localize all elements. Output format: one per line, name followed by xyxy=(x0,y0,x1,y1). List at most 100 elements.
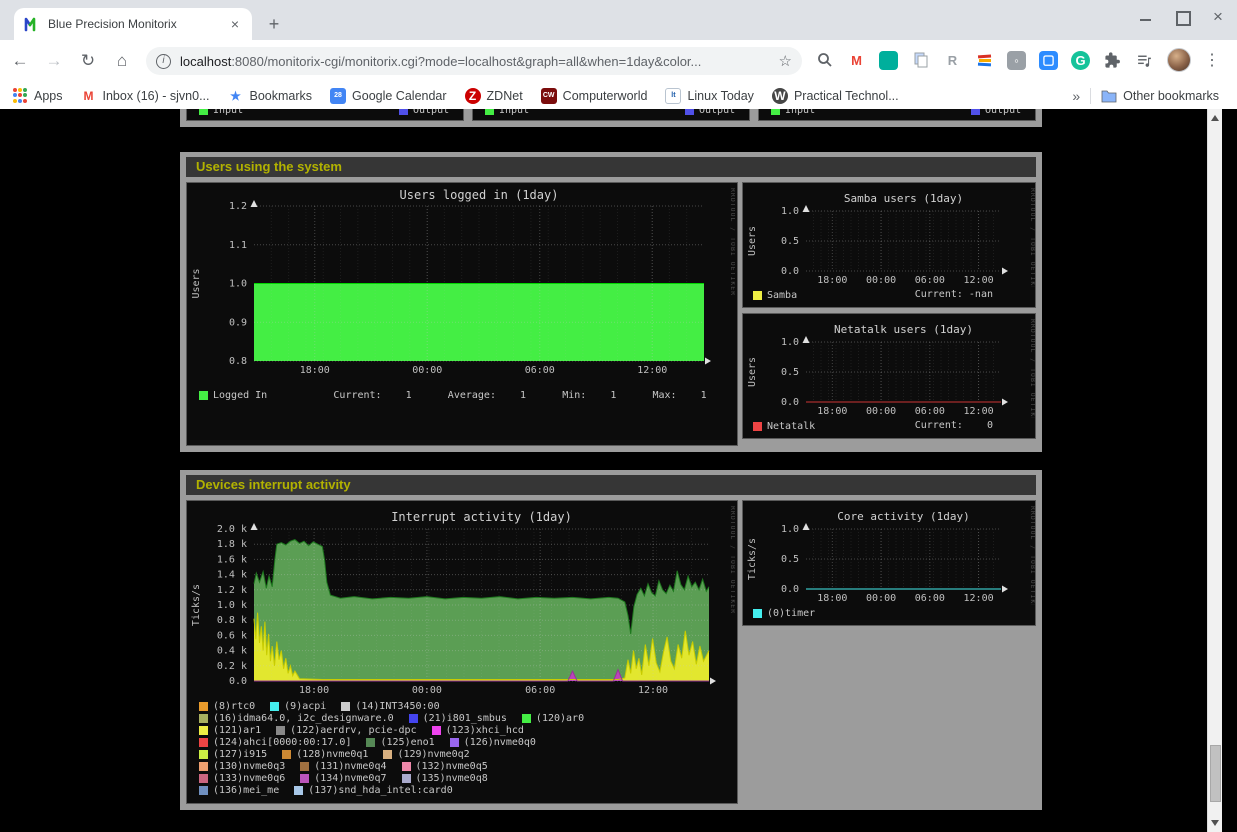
legend-swatch xyxy=(341,702,350,711)
keep-extension-icon[interactable]: ◦ xyxy=(1007,51,1026,70)
legend-item: (121)ar1 xyxy=(199,725,261,736)
close-icon[interactable]: × xyxy=(1211,10,1225,24)
copy-pages-extension-icon[interactable] xyxy=(911,51,930,70)
search-extension-icon[interactable] xyxy=(815,51,834,70)
bookmark-item[interactable]: ltLinux Today xyxy=(665,88,754,104)
interrupts-section: Devices interrupt activity 2.0 k1.8 k1.6… xyxy=(180,470,1042,810)
svg-text:06:00: 06:00 xyxy=(915,406,945,417)
voice-extension-icon[interactable] xyxy=(879,51,898,70)
legend-current-value: Current: -nan xyxy=(915,289,993,300)
tab-close-icon[interactable]: × xyxy=(228,16,242,32)
svg-text:RRDTOOL / TOBI OETIKER: RRDTOOL / TOBI OETIKER xyxy=(1029,319,1035,418)
books-extension-icon[interactable] xyxy=(975,51,994,70)
gmail-extension-icon[interactable]: M xyxy=(847,51,866,70)
svg-text:12:00: 12:00 xyxy=(637,365,667,376)
home-icon[interactable]: ⌂ xyxy=(108,51,136,71)
svg-text:1.4 k: 1.4 k xyxy=(217,570,247,581)
interrupt-legend-row: (121)ar1(122)aerdrv, pcie-dpc(123)xhci_h… xyxy=(199,724,731,736)
vertical-scrollbar[interactable] xyxy=(1207,109,1222,832)
bookmark-item[interactable]: 28Google Calendar xyxy=(330,88,447,104)
svg-text:06:00: 06:00 xyxy=(915,275,945,286)
tab-title: Blue Precision Monitorix xyxy=(48,17,228,31)
graph-legend-row: (0)timer xyxy=(753,607,1029,619)
bookmark-label: Bookmarks xyxy=(250,89,313,103)
back-icon[interactable]: ← xyxy=(6,51,34,71)
browser-tab[interactable]: Blue Precision Monitorix × xyxy=(14,8,252,40)
svg-text:Samba users (1day): Samba users (1day) xyxy=(844,192,963,205)
legend-swatch xyxy=(199,109,208,115)
svg-text:00:00: 00:00 xyxy=(412,685,442,696)
interrupt-legend-row: (127)i915(128)nvme0q1(129)nvme0q2 xyxy=(199,748,731,760)
legend-swatch xyxy=(383,750,392,759)
scroll-down-icon[interactable] xyxy=(1211,820,1219,826)
legend-swatch xyxy=(199,774,208,783)
users-section: Users using the system 1.21.11.00.90.818… xyxy=(180,152,1042,452)
svg-text:0.8: 0.8 xyxy=(229,356,247,367)
interrupt-legend: (8)rtc0(9)acpi(14)INT3450:00(16)idma64.0… xyxy=(199,700,731,796)
scrollbar-thumb[interactable] xyxy=(1210,745,1221,802)
legend-swatch xyxy=(276,726,285,735)
zdnet-icon: Z xyxy=(465,88,481,104)
legend-item: (122)aerdrv, pcie-dpc xyxy=(276,725,416,736)
legend-swatch xyxy=(300,762,309,771)
cutoff-graph-panel[interactable]: InputOutput xyxy=(758,109,1036,121)
bookmarks-overflow-chevron[interactable]: » xyxy=(1072,88,1080,104)
graph-legend-item: Output xyxy=(685,109,735,116)
legend-item: (129)nvme0q2 xyxy=(383,749,469,760)
other-bookmarks-button[interactable]: Other bookmarks xyxy=(1101,89,1219,103)
interrupt-activity-graph[interactable]: 2.0 k1.8 k1.6 k1.4 k1.2 k1.0 k0.8 k0.6 k… xyxy=(186,500,738,804)
legend-item: (133)nvme0q6 xyxy=(199,773,285,784)
page-info-icon[interactable]: i xyxy=(156,54,171,69)
monitorix-favicon xyxy=(24,16,40,32)
svg-text:0.0: 0.0 xyxy=(781,397,799,408)
legend-item: (137)snd_hda_intel:card0 xyxy=(294,785,453,796)
forward-icon[interactable]: → xyxy=(40,51,68,71)
new-tab-button[interactable]: + xyxy=(262,14,286,36)
zoom-extension-icon[interactable]: ▢ xyxy=(1039,51,1058,70)
svg-text:Ticks/s: Ticks/s xyxy=(191,584,202,626)
profile-avatar[interactable] xyxy=(1167,48,1191,72)
reload-icon[interactable]: ↻ xyxy=(74,51,102,71)
svg-text:06:00: 06:00 xyxy=(915,593,945,604)
legend-item: (9)acpi xyxy=(270,701,326,712)
extensions-puzzle-icon[interactable] xyxy=(1103,51,1122,70)
bookmark-item[interactable]: ★Bookmarks xyxy=(228,88,313,104)
maximize-icon[interactable] xyxy=(1175,10,1189,24)
svg-text:RRDTOOL / TOBI OETIKER: RRDTOOL / TOBI OETIKER xyxy=(1029,506,1035,605)
bookmark-item[interactable]: MInbox (16) - sjvn0... xyxy=(81,88,210,104)
netatalk-chart: 1.00.50.018:0000:0006:0012:00Netatalk us… xyxy=(743,314,1035,418)
legend-swatch xyxy=(199,726,208,735)
bookmark-star-icon[interactable]: ☆ xyxy=(779,52,792,70)
scroll-up-icon[interactable] xyxy=(1211,115,1219,121)
samba-chart: 1.00.50.018:0000:0006:0012:00Samba users… xyxy=(743,183,1035,287)
legend-current-value: Current: 0 xyxy=(915,420,993,431)
svg-text:0.5: 0.5 xyxy=(781,554,799,565)
svg-text:0.8 k: 0.8 k xyxy=(217,615,247,626)
svg-text:18:00: 18:00 xyxy=(817,593,847,604)
bookmarks-bar: Apps MInbox (16) - sjvn0... ★Bookmarks 28Go… xyxy=(0,82,1237,109)
minimize-icon[interactable] xyxy=(1139,10,1153,24)
core-activity-graph[interactable]: 1.00.50.018:0000:0006:0012:00Core activi… xyxy=(742,500,1036,626)
bookmark-item[interactable]: Apps xyxy=(12,88,63,104)
calendar-icon: 28 xyxy=(330,88,346,104)
svg-text:Netatalk users (1day): Netatalk users (1day) xyxy=(834,323,973,336)
grammarly-extension-icon[interactable]: G xyxy=(1071,51,1090,70)
monitorix-page: InputOutput InputOutput InputOutput Users … xyxy=(0,109,1222,832)
netatalk-users-graph[interactable]: 1.00.50.018:0000:0006:0012:00Netatalk us… xyxy=(742,313,1036,439)
bookmark-item[interactable]: CWComputerworld xyxy=(541,88,648,104)
users-logged-in-graph[interactable]: 1.21.11.00.90.818:0000:0006:0012:00Users… xyxy=(186,182,738,446)
cutoff-graph-panel[interactable]: InputOutput xyxy=(186,109,464,121)
legend-swatch xyxy=(402,774,411,783)
svg-text:12:00: 12:00 xyxy=(964,593,994,604)
samba-users-graph[interactable]: 1.00.50.018:0000:0006:0012:00Samba users… xyxy=(742,182,1036,308)
cutoff-graph-panel[interactable]: InputOutput xyxy=(472,109,750,121)
bookmark-item[interactable]: WPractical Technol... xyxy=(772,88,899,104)
url-bar[interactable]: i localhost:8080/monitorix-cgi/monitorix… xyxy=(146,47,802,75)
bookmark-item[interactable]: ZZDNet xyxy=(465,88,523,104)
r-extension-icon[interactable]: R xyxy=(943,51,962,70)
browser-menu-icon[interactable]: ⋮ xyxy=(1204,50,1220,70)
graph-legend: (0)timer xyxy=(753,607,1029,619)
cutoff-graph-section: InputOutput InputOutput InputOutput xyxy=(180,109,1042,127)
svg-text:Users logged in (1day): Users logged in (1day) xyxy=(400,188,559,202)
media-queue-icon[interactable] xyxy=(1135,51,1154,70)
